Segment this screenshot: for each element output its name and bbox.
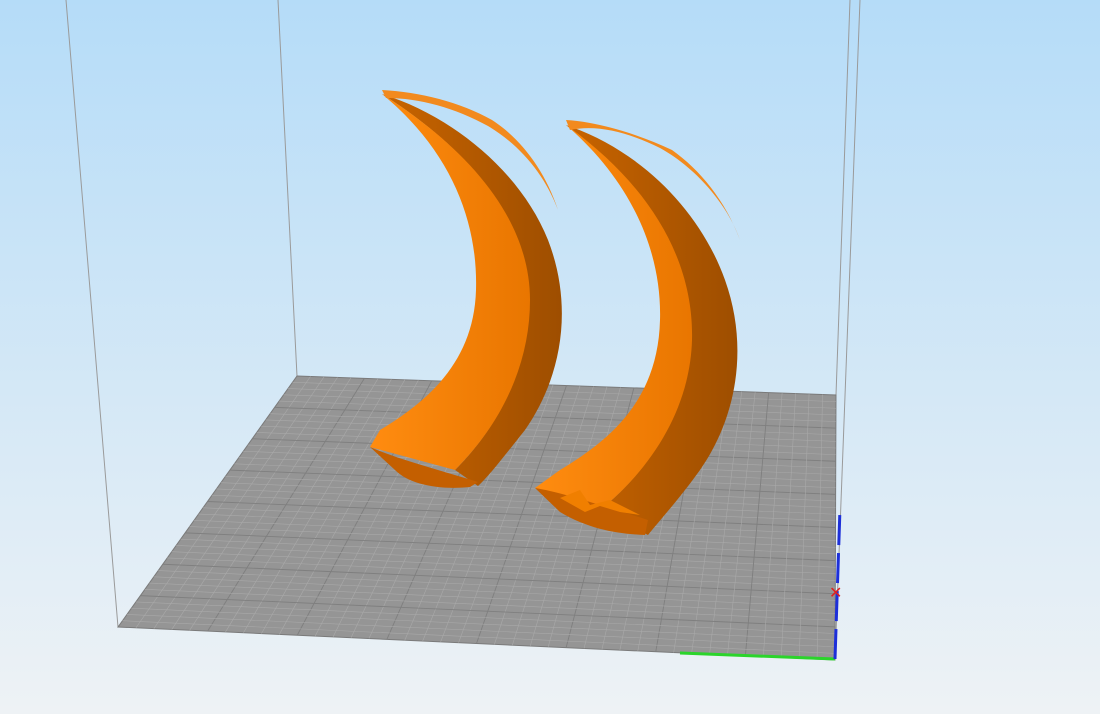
3d-viewport[interactable]: ✕ bbox=[0, 0, 1100, 714]
origin-marker-icon: ✕ bbox=[829, 583, 842, 602]
scene-canvas[interactable]: ✕ bbox=[0, 0, 1100, 714]
